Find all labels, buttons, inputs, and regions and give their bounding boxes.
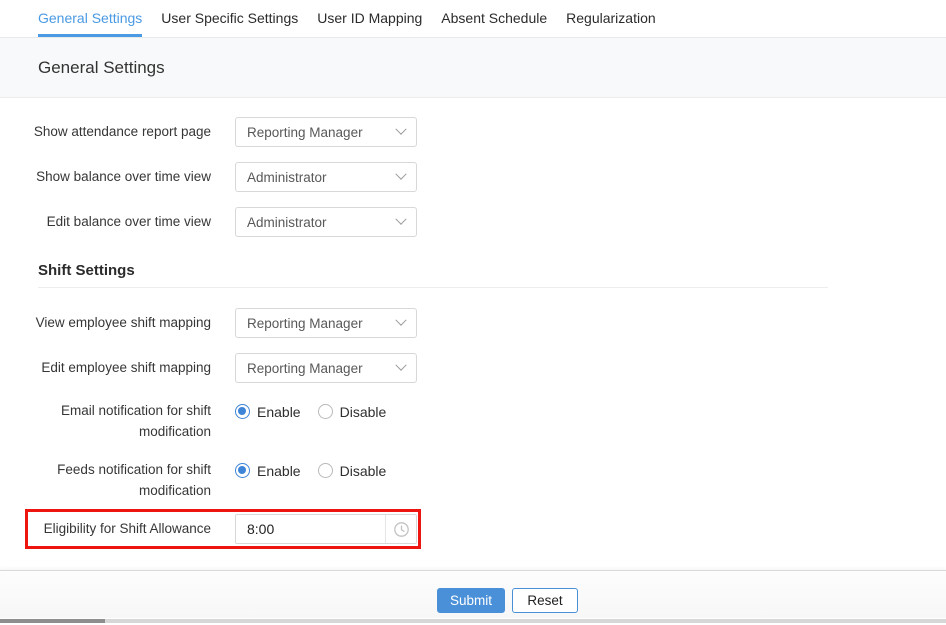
radio-option-label: Disable (340, 463, 387, 479)
label-edit-balance-over-time-view: Edit balance over time view (25, 207, 211, 237)
email-notification-disable-option[interactable]: Disable (318, 404, 387, 420)
radio-option-label: Disable (340, 404, 387, 420)
label-feeds-notification-for-shift-modification: Feeds notification for shift modificatio… (25, 459, 211, 501)
tab-absent-schedule[interactable]: Absent Schedule (441, 0, 547, 37)
label-eligibility-for-shift-allowance: Eligibility for Shift Allowance (28, 521, 211, 537)
feeds-notification-radio-group: Enable Disable (235, 462, 386, 479)
clock-icon (393, 521, 410, 538)
eligibility-time-field (235, 514, 417, 544)
footer-action-bar: Submit Reset (0, 570, 946, 618)
label-view-employee-shift-mapping: View employee shift mapping (25, 308, 211, 338)
chevron-down-icon (395, 315, 406, 326)
feeds-notification-enable-option[interactable]: Enable (235, 463, 301, 479)
edit-balance-over-time-view-dropdown[interactable]: Administrator (235, 207, 417, 237)
horizontal-scrollbar-thumb[interactable] (0, 619, 105, 623)
eligibility-time-input[interactable] (236, 515, 385, 543)
dropdown-selected-value: Reporting Manager (247, 361, 363, 376)
chevron-down-icon (395, 169, 406, 180)
radio-selected-icon (235, 404, 250, 419)
dropdown-selected-value: Administrator (247, 215, 327, 230)
tab-user-id-mapping[interactable]: User ID Mapping (317, 0, 422, 37)
horizontal-scrollbar-track[interactable] (0, 619, 946, 623)
page-header-band: General Settings (0, 38, 946, 98)
tab-general-settings[interactable]: General Settings (38, 0, 142, 37)
view-employee-shift-mapping-dropdown[interactable]: Reporting Manager (235, 308, 417, 338)
show-attendance-report-page-dropdown[interactable]: Reporting Manager (235, 117, 417, 147)
section-divider (38, 287, 828, 288)
tab-bar: General Settings User Specific Settings … (0, 0, 946, 38)
chevron-down-icon (395, 214, 406, 225)
label-email-notification-for-shift-modification: Email notification for shift modificatio… (25, 400, 211, 442)
submit-button[interactable]: Submit (437, 588, 505, 613)
label-show-attendance-report-page: Show attendance report page (25, 117, 211, 147)
radio-selected-icon (235, 463, 250, 478)
radio-option-label: Enable (257, 463, 301, 479)
feeds-notification-disable-option[interactable]: Disable (318, 463, 387, 479)
dropdown-selected-value: Administrator (247, 170, 327, 185)
general-settings-page: General Settings User Specific Settings … (0, 0, 946, 625)
tab-user-specific-settings[interactable]: User Specific Settings (161, 0, 298, 37)
highlight-annotation-box: Eligibility for Shift Allowance (25, 509, 421, 549)
radio-unselected-icon (318, 404, 333, 419)
tab-regularization[interactable]: Regularization (566, 0, 656, 37)
radio-option-label: Enable (257, 404, 301, 420)
edit-employee-shift-mapping-dropdown[interactable]: Reporting Manager (235, 353, 417, 383)
show-balance-over-time-view-dropdown[interactable]: Administrator (235, 162, 417, 192)
chevron-down-icon (395, 360, 406, 371)
label-edit-employee-shift-mapping: Edit employee shift mapping (25, 353, 211, 383)
reset-button[interactable]: Reset (512, 588, 578, 613)
label-show-balance-over-time-view: Show balance over time view (25, 162, 211, 192)
email-notification-radio-group: Enable Disable (235, 403, 386, 420)
shift-settings-section-title: Shift Settings (38, 262, 135, 279)
time-picker-button[interactable] (385, 515, 416, 543)
radio-unselected-icon (318, 463, 333, 478)
dropdown-selected-value: Reporting Manager (247, 125, 363, 140)
dropdown-selected-value: Reporting Manager (247, 316, 363, 331)
page-title: General Settings (38, 58, 165, 78)
chevron-down-icon (395, 124, 406, 135)
email-notification-enable-option[interactable]: Enable (235, 404, 301, 420)
